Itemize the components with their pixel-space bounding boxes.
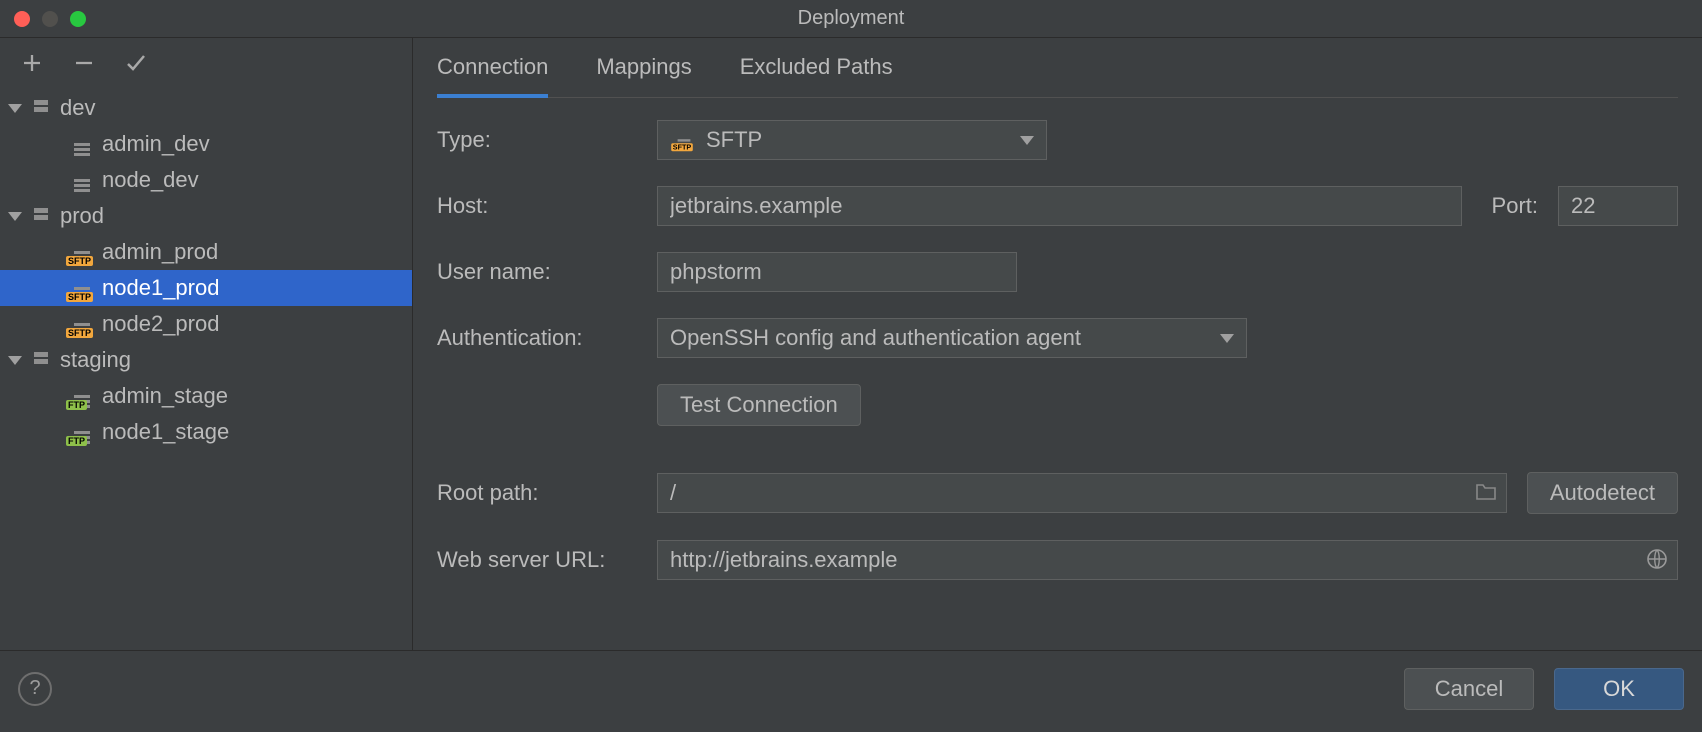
- tree-label: staging: [60, 347, 131, 373]
- globe-icon[interactable]: [1646, 548, 1668, 576]
- username-input[interactable]: [657, 252, 1017, 292]
- protocol-badge: SFTP: [66, 328, 93, 338]
- sftp-icon: SFTP: [673, 130, 695, 149]
- tree-label: node2_prod: [102, 311, 219, 337]
- chevron-down-icon: [8, 104, 22, 113]
- server-ftp-icon: FTP: [68, 384, 96, 408]
- sidebar: dev admin_dev node_dev prod: [0, 38, 413, 650]
- server-group-icon: [32, 349, 54, 371]
- row-host: Host: Port:: [437, 186, 1678, 226]
- row-username: User name:: [437, 252, 1678, 292]
- authentication-select[interactable]: OpenSSH config and authentication agent: [657, 318, 1247, 358]
- chevron-down-icon: [8, 356, 22, 365]
- dialog-footer: ? Cancel OK: [0, 650, 1702, 732]
- port-input[interactable]: [1558, 186, 1678, 226]
- tree-label: prod: [60, 203, 104, 229]
- protocol-badge: FTP: [66, 436, 87, 446]
- host-label: Host:: [437, 193, 637, 219]
- autodetect-button[interactable]: Autodetect: [1527, 472, 1678, 514]
- tree-label: admin_dev: [102, 131, 210, 157]
- protocol-badge: FTP: [66, 400, 87, 410]
- server-ftp-icon: FTP: [68, 420, 96, 444]
- tree-group-dev[interactable]: dev: [0, 90, 412, 126]
- cancel-button[interactable]: Cancel: [1404, 668, 1534, 710]
- server-icon: [68, 168, 96, 192]
- row-type: Type: SFTP SFTP: [437, 120, 1678, 160]
- remove-button[interactable]: [72, 51, 96, 75]
- tree-group-prod[interactable]: prod: [0, 198, 412, 234]
- tab-excluded-paths[interactable]: Excluded Paths: [740, 54, 893, 97]
- root-path-label: Root path:: [437, 480, 637, 506]
- server-icon: [68, 132, 96, 156]
- web-url-label: Web server URL:: [437, 547, 637, 573]
- tree-label: node1_prod: [102, 275, 219, 301]
- tab-mappings[interactable]: Mappings: [596, 54, 691, 97]
- type-value: SFTP: [706, 127, 762, 153]
- username-label: User name:: [437, 259, 637, 285]
- authentication-value: OpenSSH config and authentication agent: [670, 325, 1081, 351]
- root-path-input[interactable]: [657, 473, 1507, 513]
- titlebar: Deployment: [0, 0, 1702, 38]
- server-sftp-icon: SFTP: [68, 240, 96, 264]
- tree-label: node1_stage: [102, 419, 229, 445]
- host-input[interactable]: [657, 186, 1462, 226]
- server-sftp-icon: SFTP: [68, 276, 96, 300]
- type-label: Type:: [437, 127, 637, 153]
- protocol-badge: SFTP: [66, 256, 93, 266]
- tree-item-node1-prod[interactable]: SFTP node1_prod: [0, 270, 412, 306]
- tree-item-node-dev[interactable]: node_dev: [0, 162, 412, 198]
- server-sftp-icon: SFTP: [68, 312, 96, 336]
- tree-label: dev: [60, 95, 95, 121]
- deployment-dialog: Deployment dev: [0, 0, 1702, 732]
- tree-item-admin-dev[interactable]: admin_dev: [0, 126, 412, 162]
- tabs: Connection Mappings Excluded Paths: [437, 38, 1678, 98]
- row-web-url: Web server URL:: [437, 540, 1678, 580]
- tree-item-node2-prod[interactable]: SFTP node2_prod: [0, 306, 412, 342]
- dialog-body: dev admin_dev node_dev prod: [0, 38, 1702, 650]
- row-root-path: Root path: Autodetect: [437, 472, 1678, 514]
- tree-group-staging[interactable]: staging: [0, 342, 412, 378]
- chevron-down-icon: [1020, 136, 1034, 145]
- tab-connection[interactable]: Connection: [437, 54, 548, 98]
- tree-item-node1-stage[interactable]: FTP node1_stage: [0, 414, 412, 450]
- add-button[interactable]: [20, 51, 44, 75]
- chevron-down-icon: [1220, 334, 1234, 343]
- connection-form: Type: SFTP SFTP Host: Port:: [437, 98, 1678, 580]
- server-tree[interactable]: dev admin_dev node_dev prod: [0, 88, 412, 650]
- server-group-icon: [32, 205, 54, 227]
- test-connection-button[interactable]: Test Connection: [657, 384, 861, 426]
- sidebar-toolbar: [0, 38, 412, 88]
- tree-item-admin-stage[interactable]: FTP admin_stage: [0, 378, 412, 414]
- row-authentication: Authentication: OpenSSH config and authe…: [437, 318, 1678, 358]
- apply-button[interactable]: [124, 51, 148, 75]
- tree-label: admin_stage: [102, 383, 228, 409]
- chevron-down-icon: [8, 212, 22, 221]
- help-button[interactable]: ?: [18, 672, 52, 706]
- web-url-input[interactable]: [657, 540, 1678, 580]
- window-title: Deployment: [0, 7, 1702, 30]
- tree-label: node_dev: [102, 167, 199, 193]
- ok-button[interactable]: OK: [1554, 668, 1684, 710]
- type-select[interactable]: SFTP SFTP: [657, 120, 1047, 160]
- main-panel: Connection Mappings Excluded Paths Type:…: [413, 38, 1702, 650]
- tree-item-admin-prod[interactable]: SFTP admin_prod: [0, 234, 412, 270]
- protocol-badge: SFTP: [66, 292, 93, 302]
- browse-folder-icon[interactable]: [1475, 481, 1497, 507]
- row-test: Test Connection: [437, 384, 1678, 426]
- server-group-icon: [32, 97, 54, 119]
- port-label: Port:: [1482, 193, 1538, 219]
- authentication-label: Authentication:: [437, 325, 637, 351]
- tree-label: admin_prod: [102, 239, 218, 265]
